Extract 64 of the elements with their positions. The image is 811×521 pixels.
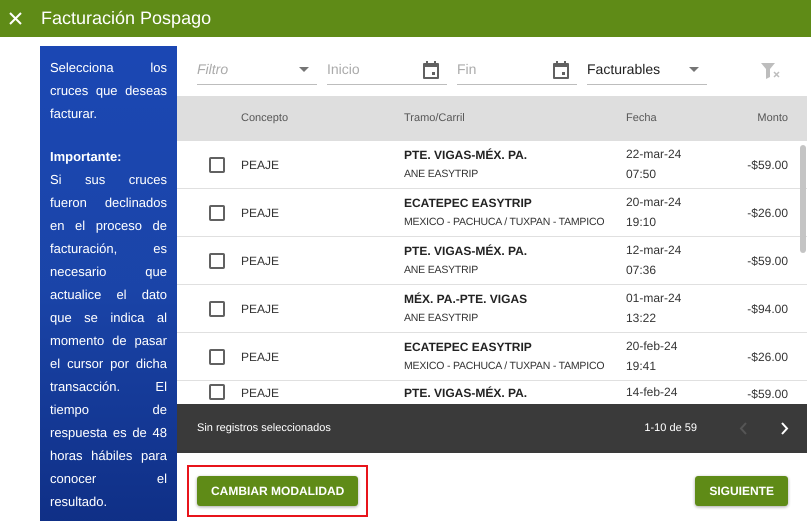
row-checkbox[interactable] bbox=[209, 156, 225, 172]
close-button[interactable] bbox=[7, 10, 23, 26]
row-checkbox[interactable] bbox=[209, 348, 225, 364]
scrollbar-thumb[interactable] bbox=[800, 145, 806, 253]
table-cell-text: 07:50 bbox=[626, 166, 658, 183]
table-cell: 22-mar-24 bbox=[626, 146, 682, 162]
table-cell: -$26.00 bbox=[747, 204, 788, 220]
selection-status: Sin registros seleccionados bbox=[197, 421, 331, 436]
table-cell-text: MÉX. PA.-PTE. VIGAS bbox=[404, 291, 528, 308]
table-cell-text: PEAJE bbox=[241, 348, 280, 366]
chevron-left-icon bbox=[739, 422, 747, 435]
table-cell-text: -$59.00 bbox=[747, 386, 788, 402]
table-cell-text: PEAJE bbox=[241, 156, 280, 174]
info-text: Selecciona los cruces que deseas facturar. bbox=[50, 59, 167, 123]
table-cell-text: PTE. VIGAS-MÉX. PA. bbox=[404, 385, 528, 402]
table-cell-text: MEXICO - PACHUCA / TUXPAN - TAMPICO bbox=[404, 215, 604, 230]
table-cell-text: 19:41 bbox=[626, 358, 658, 375]
calendar-icon bbox=[423, 60, 439, 78]
select-field[interactable]: Facturables bbox=[587, 55, 707, 85]
action-button[interactable]: CAMBIAR MODALIDAD bbox=[197, 476, 358, 506]
table-cell-text: MEXICO - PACHUCA / TUXPAN - TAMPICO bbox=[404, 359, 604, 374]
table-cell-text: ECATEPEC EASYTRIP bbox=[404, 195, 533, 212]
table-cell: 12-mar-24 bbox=[626, 242, 682, 258]
dropdown-caret-icon bbox=[689, 67, 699, 72]
column-header: Concepto bbox=[241, 111, 290, 126]
table-cell-text: ANE EASYTRIP bbox=[404, 167, 478, 182]
table-cell-text: PEAJE bbox=[241, 385, 280, 402]
table-cell-text: ECATEPEC EASYTRIP bbox=[404, 339, 533, 356]
info-text: Si sus cruces fueron declinados en el proceso de facturación, es necesario que actualice el dato que se indica al momento de pasar el cursor por dicha transacción. El tiempo de respuesta es de 48 horas hábiles para conocer el resultado. bbox=[50, 171, 167, 511]
date-field[interactable]: Fin bbox=[457, 55, 577, 85]
table-cell: 01-mar-24 bbox=[626, 290, 682, 306]
table-cell: 20-mar-24 bbox=[626, 194, 682, 210]
column-header: Fecha bbox=[626, 111, 657, 126]
table-cell: -$59.00 bbox=[747, 156, 788, 172]
row-checkbox[interactable] bbox=[209, 204, 225, 220]
table-cell-text: ANE EASYTRIP bbox=[404, 311, 478, 326]
dropdown-caret-icon bbox=[299, 67, 309, 72]
table-cell-text: 19:10 bbox=[626, 214, 658, 231]
table-cell: -$26.00 bbox=[747, 348, 788, 364]
window-title: Facturación Pospago bbox=[41, 7, 212, 30]
table-cell-text: PEAJE bbox=[241, 300, 280, 318]
table-cell-text: PEAJE bbox=[241, 252, 280, 270]
column-header: Tramo/Carril bbox=[404, 111, 466, 126]
table-cell-text: PTE. VIGAS-MÉX. PA. bbox=[404, 147, 528, 164]
table-cell-text: PTE. VIGAS-MÉX. PA. bbox=[404, 243, 528, 260]
row-checkbox[interactable] bbox=[209, 252, 225, 268]
calendar-icon bbox=[553, 60, 569, 78]
table-cell-text: 13:22 bbox=[626, 310, 658, 327]
select-field[interactable]: Filtro bbox=[197, 55, 317, 85]
column-header: Monto bbox=[757, 111, 788, 126]
chevron-right-icon bbox=[781, 422, 789, 435]
table-cell: 14-feb-24 bbox=[626, 384, 678, 400]
table-cell: 20-feb-24 bbox=[626, 338, 678, 354]
info-heading: Importante: bbox=[50, 148, 122, 166]
table-cell: -$59.00 bbox=[747, 252, 788, 268]
row-checkbox[interactable] bbox=[209, 384, 225, 400]
page-range: 1-10 de 59 bbox=[644, 421, 697, 436]
table-cell-text: PEAJE bbox=[241, 204, 280, 222]
table-cell-text: ANE EASYTRIP bbox=[404, 263, 478, 278]
row-checkbox[interactable] bbox=[209, 300, 225, 316]
date-field[interactable]: Inicio bbox=[327, 55, 447, 85]
table-cell: -$94.00 bbox=[747, 300, 788, 316]
table-cell-text: 07:36 bbox=[626, 262, 658, 279]
action-button[interactable]: SIGUIENTE bbox=[695, 476, 788, 506]
